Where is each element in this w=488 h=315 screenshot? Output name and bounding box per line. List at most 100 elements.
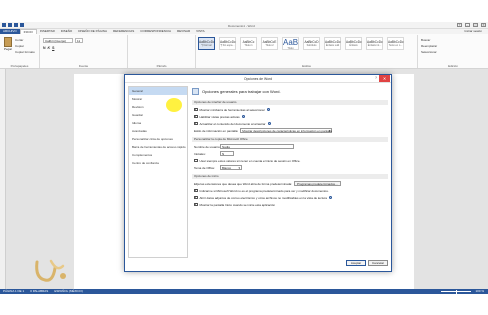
nav-item-revision[interactable]: Revisión bbox=[129, 103, 187, 111]
option-start-screen[interactable]: ✔ Mostrar la pantalla Inicio cuando se i… bbox=[194, 202, 388, 207]
checkbox-mini-toolbar[interactable]: ✔ bbox=[194, 108, 198, 112]
checkbox-live-preview[interactable]: ✔ bbox=[194, 115, 198, 119]
nav-item-barra-acceso-rapido[interactable]: Barra de herramientas de acceso rápido bbox=[129, 143, 187, 151]
style-tile[interactable]: AaBbCcDc Texto en n... bbox=[387, 37, 404, 50]
default-programs-button[interactable]: Programas predeterminados... bbox=[294, 181, 341, 186]
nav-item-centro-confianza[interactable]: Centro de confianza bbox=[129, 159, 187, 167]
option-update-on-drag[interactable]: ✔ Actualizar el contenido del documento … bbox=[194, 121, 388, 126]
styles-group: AaBbCcDc ¶ Normal AaBbCcDc ¶ Sin espa... AaB… bbox=[196, 35, 418, 68]
checkbox-start-screen[interactable]: ✔ bbox=[194, 203, 198, 207]
username-input[interactable]: Nadia bbox=[220, 144, 294, 149]
option-username: Nombre de usuario: Nadia bbox=[194, 144, 388, 149]
options-content: Opciones generales para trabajar con Wor… bbox=[192, 86, 388, 258]
options-nav: General Mostrar Revisión Guardar Idioma … bbox=[128, 86, 188, 258]
style-name: Título 2 bbox=[265, 44, 274, 47]
close-window-button[interactable]: ✕ bbox=[481, 23, 486, 27]
title-bar: Documento1 - Word ? – □ ✕ bbox=[0, 22, 488, 29]
general-header: Opciones generales para trabajar con Wor… bbox=[192, 86, 388, 96]
document-title: Documento1 - Word bbox=[228, 23, 255, 28]
font-name-select[interactable]: Calibri (Cuerpo) bbox=[43, 38, 73, 43]
undo-icon[interactable] bbox=[14, 23, 18, 27]
find-button[interactable]: Buscar bbox=[421, 38, 430, 42]
style-sample: AaB bbox=[283, 38, 299, 47]
nav-item-guardar[interactable]: Guardar bbox=[129, 111, 187, 119]
style-name: Título bbox=[287, 47, 294, 50]
style-tile[interactable]: AaBbCcE Título 2 bbox=[261, 37, 278, 50]
checkbox-update-on-drag[interactable]: ✔ bbox=[194, 122, 198, 126]
info-icon: i bbox=[328, 196, 332, 199]
style-tile[interactable]: AaBbCcDc ¶ Normal bbox=[198, 37, 215, 50]
style-tile[interactable]: AaB Título bbox=[282, 37, 299, 50]
option-default-program[interactable]: ✔ Indicarme si Microsoft Word no es el p… bbox=[194, 188, 388, 193]
copy-button[interactable]: Copiar bbox=[15, 44, 24, 48]
underline-button[interactable]: S bbox=[52, 46, 54, 50]
option-always-use[interactable]: Usar siempre estos valores sin tener en … bbox=[194, 158, 388, 163]
checkbox-default-program[interactable]: ✔ bbox=[194, 189, 198, 193]
style-tile[interactable]: AaBbCcD Subtítulo bbox=[303, 37, 320, 50]
clipboard-icon bbox=[4, 37, 12, 47]
section-startup: Opciones de inicio bbox=[192, 174, 388, 179]
option-label: Actualizar el contenido del documento al… bbox=[199, 121, 266, 126]
word-logo-icon bbox=[2, 23, 6, 27]
tooltip-style-select[interactable]: Mostrar descripciones de características… bbox=[240, 128, 333, 133]
editing-group: Buscar Reemplazar Seleccionar Edición bbox=[418, 35, 488, 68]
style-tile[interactable]: AaBbCcDc Énfasis sutil bbox=[324, 37, 341, 50]
option-live-preview[interactable]: ✔ Habilitar vistas previas activas i bbox=[194, 114, 388, 119]
letterbox-bottom bbox=[0, 294, 488, 315]
cut-button[interactable]: Cortar bbox=[15, 38, 23, 42]
bold-button[interactable]: N bbox=[43, 46, 46, 50]
dialog-title: Opciones de Word bbox=[243, 77, 273, 81]
nav-item-avanzadas[interactable]: Avanzadas bbox=[129, 127, 187, 135]
zoom-slider-thumb[interactable] bbox=[455, 289, 458, 294]
redo-icon[interactable] bbox=[20, 23, 24, 27]
minimize-button[interactable]: – bbox=[465, 23, 470, 27]
extensions-label: Elija las extensiones que desea que Word… bbox=[194, 181, 293, 186]
help-button[interactable]: ? bbox=[457, 23, 462, 27]
style-name: Título 1 bbox=[244, 44, 253, 47]
group-label: Fuente bbox=[78, 64, 89, 68]
window-controls: ? – □ ✕ bbox=[457, 23, 486, 27]
font-size-select[interactable]: 11 bbox=[75, 38, 83, 43]
style-name: ¶ Normal bbox=[201, 44, 212, 47]
replace-button[interactable]: Reemplazar bbox=[421, 44, 437, 48]
info-icon: i bbox=[267, 122, 271, 125]
nav-item-complementos[interactable]: Complementos bbox=[129, 151, 187, 159]
option-label: Mostrar la pantalla Inicio cuando se ini… bbox=[199, 202, 276, 207]
style-tile[interactable]: AaBbCcDc Énfasis int... bbox=[366, 37, 383, 50]
quick-access-toolbar bbox=[2, 23, 24, 27]
checkbox-reading-view[interactable]: ✔ bbox=[194, 196, 198, 200]
select-button[interactable]: Seleccionar bbox=[421, 50, 437, 54]
nav-item-personalizar-cinta[interactable]: Personalizar cinta de opciones bbox=[129, 135, 187, 143]
section-personalize: Personalizar la copia de Microsoft Offic… bbox=[192, 137, 388, 142]
style-tile[interactable]: AaBbCcDc ¶ Sin espa... bbox=[219, 37, 236, 50]
option-mini-toolbar[interactable]: ✔ Mostrar minibarra de herramientas al s… bbox=[194, 107, 388, 112]
maximize-button[interactable]: □ bbox=[473, 23, 478, 27]
option-reading-view[interactable]: ✔ Abrir datos adjuntos de correo electró… bbox=[194, 195, 388, 200]
font-format-row: N K S bbox=[43, 46, 54, 50]
paste-button[interactable]: Pegar bbox=[3, 37, 13, 51]
cancel-button[interactable]: Cancelar bbox=[368, 260, 388, 266]
style-tile[interactable]: AaBbCcDc Énfasis bbox=[345, 37, 362, 50]
option-label: Abrir datos adjuntos de correo electróni… bbox=[199, 195, 327, 200]
save-icon[interactable] bbox=[8, 23, 12, 27]
word-options-dialog: Opciones de Word ? ✕ General Mostrar Rev… bbox=[124, 74, 392, 272]
zoom-slider[interactable] bbox=[441, 289, 472, 294]
format-painter-button[interactable]: Copiar formato bbox=[15, 50, 35, 54]
paste-label: Pegar bbox=[3, 47, 12, 51]
italic-button[interactable]: K bbox=[48, 46, 51, 50]
nav-item-general[interactable]: General bbox=[129, 87, 187, 95]
initials-input[interactable]: N bbox=[220, 151, 234, 156]
nav-item-mostrar[interactable]: Mostrar bbox=[129, 95, 187, 103]
nav-item-idioma[interactable]: Idioma bbox=[129, 119, 187, 127]
style-name: Énfasis int... bbox=[367, 44, 382, 47]
style-tile[interactable]: AaBbCc Título 1 bbox=[240, 37, 257, 50]
ok-button[interactable]: Aceptar bbox=[346, 260, 366, 266]
info-icon: i bbox=[266, 108, 270, 111]
dialog-help-icon[interactable]: ? bbox=[375, 76, 377, 80]
screen: Documento1 - Word ? – □ ✕ ARCHIVO INICIO… bbox=[0, 0, 488, 315]
theme-select[interactable]: Blanco bbox=[220, 165, 242, 170]
dialog-close-button[interactable]: ✕ bbox=[379, 75, 390, 82]
section-ui-options: Opciones de interfaz de usuario bbox=[192, 100, 388, 105]
style-name: Texto en n... bbox=[388, 44, 403, 47]
checkbox-always-use[interactable] bbox=[194, 158, 198, 163]
